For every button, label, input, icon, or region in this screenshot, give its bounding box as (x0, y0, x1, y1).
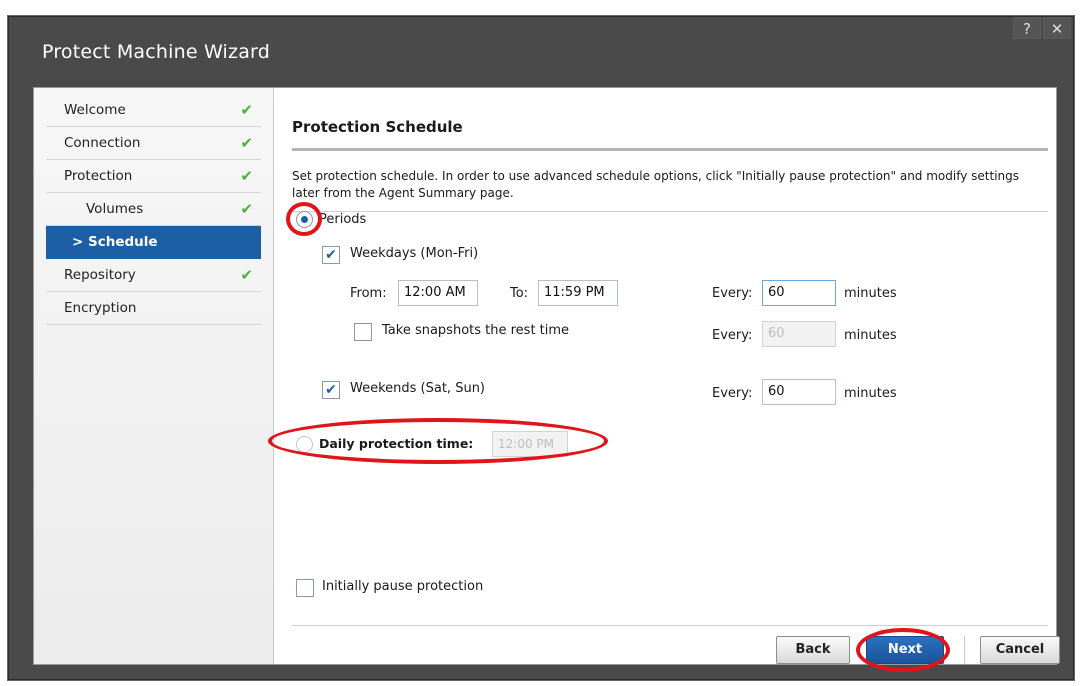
weekday-minutes-label: minutes (844, 286, 897, 301)
pause-protection-checkbox[interactable] (296, 579, 314, 597)
schedule-panel: Protection Schedule Set protection sched… (268, 88, 1060, 672)
title-bar: Protect Machine Wizard ? ✕ (9, 17, 1073, 87)
rest-every-label: Every: (712, 328, 753, 343)
step-label: Repository (64, 267, 136, 283)
close-button[interactable]: ✕ (1043, 17, 1071, 39)
checkmark-icon: ✔ (240, 266, 253, 284)
weekdays-label: Weekdays (Mon-Fri) (350, 246, 479, 261)
button-separator (964, 636, 965, 664)
checkmark-icon: ✔ (240, 200, 253, 218)
to-time-field[interactable]: 11:59 PM (538, 280, 618, 306)
step-repository[interactable]: Repository ✔ (46, 259, 261, 292)
window-title: Protect Machine Wizard (42, 41, 270, 63)
step-volumes[interactable]: Volumes ✔ (46, 193, 261, 226)
window-controls: ? ✕ (1011, 17, 1071, 39)
step-label: Protection (64, 168, 133, 184)
checkmark-icon: ✔ (240, 134, 253, 152)
daily-protection-time-field[interactable]: 12:00 PM (492, 431, 568, 457)
rest-time-label: Take snapshots the rest time (382, 323, 570, 338)
title-divider (292, 148, 1048, 151)
periods-radio[interactable] (296, 211, 313, 228)
description-divider (292, 211, 1048, 212)
to-label: To: (510, 286, 529, 301)
weekends-checkbox[interactable]: ✔ (322, 381, 340, 399)
checkmark-icon: ✔ (240, 167, 253, 185)
wizard-window: Protect Machine Wizard ? ✕ Welcome ✔ Con… (8, 16, 1074, 680)
rest-time-checkbox[interactable] (354, 323, 372, 341)
step-label: Encryption (64, 300, 137, 316)
daily-protection-label: Daily protection time: (319, 436, 474, 451)
daily-protection-radio[interactable] (296, 436, 313, 453)
weekend-every-label: Every: (712, 386, 753, 401)
footer-divider (292, 625, 1048, 626)
next-button[interactable]: Next (866, 636, 944, 664)
wizard-steps-sidebar: Welcome ✔ Connection ✔ Protection ✔ Volu… (34, 88, 274, 664)
step-label: Connection (64, 135, 141, 151)
step-label: Volumes (86, 201, 144, 217)
from-time-field[interactable]: 12:00 AM (398, 280, 478, 306)
step-protection[interactable]: Protection ✔ (46, 160, 261, 193)
weekday-every-input[interactable]: 60 (762, 280, 836, 306)
step-welcome[interactable]: Welcome ✔ (46, 94, 261, 127)
step-schedule[interactable]: > Schedule (46, 226, 261, 259)
wizard-body: Welcome ✔ Connection ✔ Protection ✔ Volu… (33, 87, 1060, 672)
help-button[interactable]: ? (1013, 17, 1041, 39)
checkmark-icon: ✔ (240, 101, 253, 119)
back-button[interactable]: Back (776, 636, 850, 664)
pause-protection-label: Initially pause protection (322, 579, 484, 594)
step-connection[interactable]: Connection ✔ (46, 127, 261, 160)
periods-label: Periods (319, 212, 367, 227)
weekdays-checkbox[interactable]: ✔ (322, 246, 340, 264)
page-title: Protection Schedule (292, 118, 463, 136)
weekday-every-label: Every: (712, 286, 753, 301)
step-label: Welcome (64, 102, 126, 118)
weekend-every-input[interactable]: 60 (762, 379, 836, 405)
from-label: From: (350, 286, 387, 301)
weekend-minutes-label: minutes (844, 386, 897, 401)
description-text: Set protection schedule. In order to use… (292, 169, 1020, 200)
step-encryption[interactable]: Encryption (46, 292, 261, 325)
weekends-label: Weekends (Sat, Sun) (350, 381, 486, 396)
rest-every-input[interactable]: 60 (762, 321, 836, 347)
rest-minutes-label: minutes (844, 328, 897, 343)
cancel-button[interactable]: Cancel (980, 636, 1060, 664)
step-label: > Schedule (72, 234, 158, 250)
